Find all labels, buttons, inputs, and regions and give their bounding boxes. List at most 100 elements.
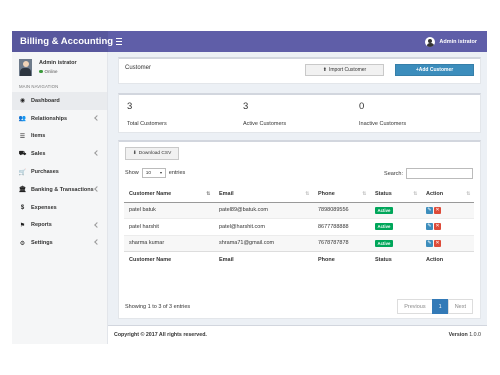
avatar[interactable] — [425, 36, 436, 47]
cell-phone: 8677788888 — [313, 218, 370, 235]
column-header-customer-name[interactable]: Customer Name ⇅ — [124, 186, 214, 203]
table-row: patel batuk patel89@batuk.com 7898089556… — [124, 201, 474, 219]
pagination-page-1[interactable]: 1 — [431, 299, 449, 314]
sidebar-item-label: Expenses — [31, 204, 57, 211]
list-icon: ☰ — [19, 133, 26, 140]
search-input[interactable] — [406, 168, 473, 179]
sidebar-item-dashboard[interactable]: ◉ Dashboard — [12, 92, 107, 110]
cell-status: Active — [370, 234, 421, 252]
status-badge: Active — [375, 239, 393, 247]
sidebar-user-name: Admin istrator — [39, 60, 77, 66]
online-status: Online — [39, 69, 77, 74]
cell-status: Active — [370, 218, 421, 235]
cart-icon: 🛒 — [18, 169, 27, 176]
sidebar-item-sales[interactable]: ⛟ Sales — [12, 145, 107, 163]
footer-phone: Phone — [313, 251, 370, 268]
footer-action: Action — [421, 251, 474, 268]
table-info: Showing 1 to 3 of 3 entries — [125, 304, 191, 310]
cell-email: patel@harshit.com — [214, 218, 313, 235]
reports-icon: ⚑ — [19, 222, 26, 229]
entries-length-control: Show 10 entries — [125, 168, 185, 178]
bank-icon: 🏛 — [18, 187, 27, 194]
user-panel: Admin istrator Online — [12, 52, 107, 82]
online-dot-icon — [39, 69, 43, 74]
cell-action: ✎ ✕ — [421, 201, 474, 219]
stat-active-customers: 3 Active Customers — [243, 101, 286, 127]
edit-icon[interactable]: ✎ — [426, 239, 433, 247]
sidebar-item-purchases[interactable]: 🛒 Purchases — [12, 163, 107, 181]
footer-status: Status — [370, 251, 421, 268]
table-search: Search: — [384, 168, 473, 179]
sidebar-item-label: Banking & Transactions — [31, 186, 94, 193]
sidebar-item-relationships[interactable]: 👥 Relationships — [12, 110, 107, 128]
sidebar-item-label: Settings — [31, 240, 53, 247]
top-user-name[interactable]: Admin istrator — [439, 39, 477, 45]
add-customer-button[interactable]: +Add Customer — [395, 64, 474, 76]
edit-icon[interactable]: ✎ — [426, 223, 433, 231]
table-header-row: Customer Name ⇅ Email ⇅ Phone ⇅ Status ⇅ Act… — [124, 186, 474, 203]
sidebar-toggle-icon[interactable] — [116, 37, 126, 46]
column-header-action[interactable]: Action ⇅ — [421, 186, 474, 203]
stat-label: Inactive Customers — [359, 121, 407, 127]
download-csv-button[interactable]: ⬇ Download CSV — [125, 147, 179, 160]
sidebar-item-settings[interactable]: ⚙ Settings — [12, 234, 107, 252]
version-value: 1.0.0 — [469, 332, 481, 338]
column-label: Customer Name — [129, 190, 172, 197]
app-window: Billing & Accounting Admin istrator Admi… — [12, 31, 487, 344]
cell-customer-name: patel batuk — [124, 201, 214, 219]
delete-icon[interactable]: ✕ — [434, 206, 441, 214]
stat-inactive-customers: 0 Inactive Customers — [359, 101, 406, 127]
delete-icon[interactable]: ✕ — [434, 223, 441, 231]
column-label: Email — [219, 190, 234, 197]
sidebar-item-banking[interactable]: 🏛 Banking & Transactions — [12, 181, 107, 199]
sort-icon: ⇅ — [362, 191, 366, 197]
sidebar-item-label: Purchases — [31, 169, 59, 176]
column-header-phone[interactable]: Phone ⇅ — [313, 186, 370, 203]
sort-icon: ⇅ — [206, 191, 210, 197]
customer-table-box: ⬇ Download CSV Show 10 entries Search: C… — [118, 140, 481, 319]
dashboard-icon: ◉ — [19, 98, 26, 105]
stat-value: 3 — [127, 101, 133, 112]
column-label: Status — [375, 190, 392, 197]
sidebar-item-expenses[interactable]: $ Expenses — [12, 199, 107, 217]
cell-action: ✎ ✕ — [421, 234, 474, 252]
footer-email: Email — [214, 251, 313, 268]
sidebar-item-reports[interactable]: ⚑ Reports — [12, 217, 107, 235]
column-label: Phone — [318, 190, 335, 197]
import-customer-button[interactable]: ⬆ Import Customer — [305, 64, 384, 76]
user-avatar — [19, 58, 32, 76]
edit-icon[interactable]: ✎ — [426, 206, 433, 214]
sidebar-item-items[interactable]: ☰ Items — [12, 128, 107, 146]
user-menu[interactable]: Admin istrator — [425, 31, 477, 52]
status-badge: Active — [375, 223, 393, 231]
gear-icon: ⚙ — [19, 240, 26, 247]
truck-icon: ⛟ — [18, 151, 27, 158]
chevron-left-icon — [94, 221, 100, 228]
sidebar-item-label: Reports — [31, 222, 52, 229]
cell-customer-name: sharma kumar — [124, 234, 214, 252]
column-header-email[interactable]: Email ⇅ — [214, 186, 313, 203]
top-navbar: Billing & Accounting Admin istrator — [12, 31, 487, 52]
customer-header-box: Customer ⬆ Import Customer +Add Customer — [118, 57, 481, 84]
pagination-next[interactable]: Next — [447, 299, 473, 314]
pagination-previous[interactable]: Previous — [397, 299, 433, 314]
cell-customer-name: patel harshit — [124, 218, 214, 235]
sidebar-item-label: Dashboard — [31, 97, 60, 104]
delete-icon[interactable]: ✕ — [434, 239, 441, 247]
customer-stats-box: 3 Total Customers 3 Active Customers 0 I… — [118, 93, 481, 133]
sort-icon: ⇅ — [305, 191, 309, 197]
app-title[interactable]: Billing & Accounting — [12, 31, 113, 52]
cell-email: shrama71@gmail.com — [214, 234, 313, 252]
entries-select-value: 10 — [145, 170, 152, 176]
footer-customer-name: Customer Name — [124, 251, 214, 268]
caret-down-icon — [159, 172, 162, 174]
sidebar: Admin istrator Online MAIN NAVIGATION ◉ … — [12, 52, 108, 344]
download-csv-label: Download CSV — [138, 151, 172, 156]
column-header-status[interactable]: Status ⇅ — [370, 186, 421, 203]
customer-table: Customer Name ⇅ Email ⇅ Phone ⇅ Status ⇅ Act… — [124, 186, 474, 268]
table-footer-row: Customer Name Email Phone Status Action — [124, 251, 474, 268]
entries-select[interactable]: 10 — [141, 168, 166, 178]
sidebar-item-label: Sales — [31, 151, 46, 158]
search-label: Search: — [384, 170, 403, 177]
stat-value: 3 — [243, 101, 249, 112]
